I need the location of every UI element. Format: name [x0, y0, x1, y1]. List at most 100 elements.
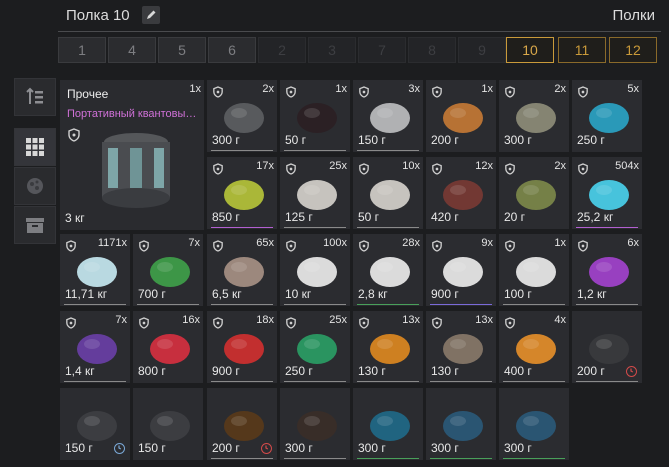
- inventory-item[interactable]: 18x 900 г: [206, 310, 278, 384]
- inventory-item[interactable]: 300 г: [279, 387, 351, 461]
- inventory-item[interactable]: 65x 6,5 кг: [206, 233, 278, 307]
- tab-4[interactable]: 4: [108, 37, 156, 63]
- inventory-item[interactable]: 150 г: [132, 387, 204, 461]
- item-weight: 420 г: [431, 210, 459, 224]
- rarity-underline: [503, 304, 565, 305]
- inventory-item[interactable]: 1x 200 г: [425, 79, 497, 153]
- inventory-item[interactable]: 25x 125 г: [279, 156, 351, 230]
- rarity-underline: [137, 304, 199, 305]
- tab-2[interactable]: 2: [258, 37, 306, 63]
- inventory-item[interactable]: 16x 800 г: [132, 310, 204, 384]
- quantum-device-art: [102, 133, 170, 208]
- tab-12[interactable]: 12: [609, 37, 657, 63]
- inventory-item[interactable]: 7x 1,4 кг: [59, 310, 131, 384]
- rarity-underline: [430, 381, 492, 382]
- shield-icon: [432, 317, 442, 329]
- tab-1[interactable]: 1: [58, 37, 106, 63]
- inventory-item-large[interactable]: Прочее 1x Портативный квантовы… 3 кг: [59, 79, 205, 231]
- shield-icon: [578, 163, 588, 175]
- inventory-item[interactable]: 13x 130 г: [425, 310, 497, 384]
- item-weight: 2,8 кг: [358, 287, 388, 301]
- item-quantity: 2x: [554, 83, 566, 95]
- grid-icon: [26, 138, 44, 156]
- shield-icon: [578, 86, 588, 98]
- item-weight: 900 г: [431, 287, 459, 301]
- item-weight: 900 г: [212, 364, 240, 378]
- header: Полка 10 Полки: [0, 0, 669, 34]
- inventory-item[interactable]: 28x 2,8 кг: [352, 233, 424, 307]
- shield-icon: [432, 240, 442, 252]
- inventory-item[interactable]: 2x 300 г: [498, 79, 570, 153]
- inventory-item[interactable]: 1171x 11,71 кг: [59, 233, 131, 307]
- tab-6[interactable]: 6: [208, 37, 256, 63]
- item-quantity: 17x: [256, 160, 274, 172]
- inventory-item[interactable]: 10x 50 г: [352, 156, 424, 230]
- inventory-item[interactable]: 100x 10 кг: [279, 233, 351, 307]
- tab-8[interactable]: 8: [408, 37, 456, 63]
- inventory-grid: Прочее 1x Портативный квантовы… 3 кг 2x 3…: [58, 78, 663, 467]
- item-quantity: 504x: [615, 160, 639, 172]
- inventory-item[interactable]: 12x 420 г: [425, 156, 497, 230]
- tab-9[interactable]: 9: [458, 37, 506, 63]
- item-quantity: 25x: [329, 314, 347, 326]
- inventory-item[interactable]: 300 г: [352, 387, 424, 461]
- shelf-tabs: 1 4 5 6 2 3 7 8 9 10 11 12: [58, 37, 661, 63]
- inventory-item[interactable]: 1x 50 г: [279, 79, 351, 153]
- inventory-item[interactable]: 6x 1,2 кг: [571, 233, 643, 307]
- item-weight: 1,2 кг: [577, 287, 607, 301]
- item-quantity: 1x: [335, 83, 347, 95]
- sort-button[interactable]: [14, 78, 56, 116]
- resources-button[interactable]: [14, 167, 56, 205]
- tab-5[interactable]: 5: [158, 37, 206, 63]
- inventory-item[interactable]: 5x 250 г: [571, 79, 643, 153]
- inventory-item[interactable]: 3x 150 г: [352, 79, 424, 153]
- shield-icon: [66, 317, 76, 329]
- item-quantity: 2x: [262, 83, 274, 95]
- shield-icon: [359, 317, 369, 329]
- inventory-item[interactable]: 17x 850 г: [206, 156, 278, 230]
- item-weight: 850 г: [212, 210, 240, 224]
- tab-11[interactable]: 11: [558, 37, 606, 63]
- inventory-item[interactable]: 13x 130 г: [352, 310, 424, 384]
- item-weight: 50 г: [285, 133, 307, 147]
- storage-button[interactable]: [14, 206, 56, 244]
- tab-3[interactable]: 3: [308, 37, 356, 63]
- item-weight: 130 г: [358, 364, 386, 378]
- rarity-underline: [576, 304, 638, 305]
- inventory-item[interactable]: 25x 250 г: [279, 310, 351, 384]
- inventory-item[interactable]: 2x 20 г: [498, 156, 570, 230]
- inventory-item[interactable]: 4x 400 г: [498, 310, 570, 384]
- rarity-underline: [284, 458, 346, 459]
- shield-icon: [286, 163, 296, 175]
- inventory-item[interactable]: 2x 300 г: [206, 79, 278, 153]
- item-weight: 200 г: [212, 441, 240, 455]
- rarity-underline: [357, 304, 419, 305]
- item-weight: 300 г: [431, 441, 459, 455]
- inventory-item[interactable]: 1x 100 г: [498, 233, 570, 307]
- inventory-item[interactable]: 9x 900 г: [425, 233, 497, 307]
- inventory-item[interactable]: 150 г: [59, 387, 131, 461]
- shelves-button[interactable]: Полки: [613, 7, 656, 24]
- edit-pencil-icon[interactable]: [142, 6, 160, 24]
- item-weight: 800 г: [138, 364, 166, 378]
- tab-7[interactable]: 7: [358, 37, 406, 63]
- inventory-item[interactable]: 504x 25,2 кг: [571, 156, 643, 230]
- timer-clock-icon: [261, 443, 272, 454]
- item-quantity: 7x: [188, 237, 200, 249]
- inventory-item[interactable]: 200 г: [571, 310, 643, 384]
- shield-icon: [505, 240, 515, 252]
- item-weight: 50 г: [358, 210, 380, 224]
- item-quantity: 28x: [402, 237, 420, 249]
- item-quantity: 13x: [475, 314, 493, 326]
- shield-icon: [286, 86, 296, 98]
- tab-10[interactable]: 10: [506, 37, 554, 63]
- grid-view-button[interactable]: [14, 128, 56, 166]
- inventory-item[interactable]: 7x 700 г: [132, 233, 204, 307]
- inventory-item[interactable]: 300 г: [425, 387, 497, 461]
- inventory-item[interactable]: 300 г: [498, 387, 570, 461]
- item-quantity: 16x: [182, 314, 200, 326]
- inventory-item[interactable]: 200 г: [206, 387, 278, 461]
- item-weight: 125 г: [285, 210, 313, 224]
- shield-icon: [139, 240, 149, 252]
- shield-icon: [213, 317, 223, 329]
